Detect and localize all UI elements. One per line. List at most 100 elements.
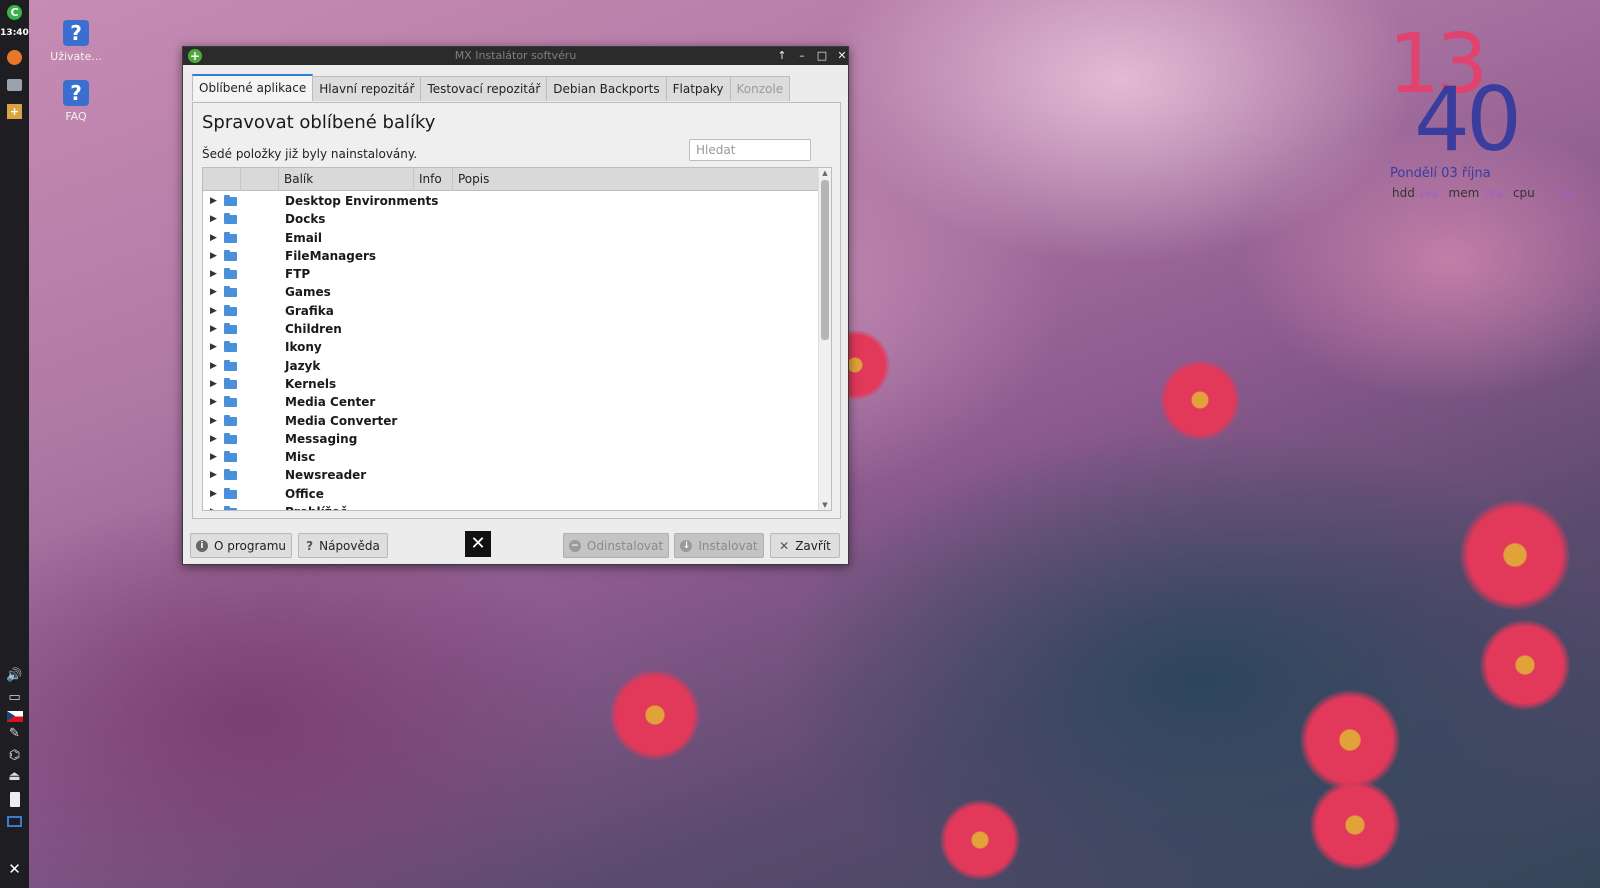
- column-description[interactable]: Popis: [453, 168, 819, 191]
- wallpaper-flower: [610, 670, 700, 760]
- expand-arrow-icon[interactable]: ▶: [210, 448, 217, 466]
- tab-console[interactable]: Konzole: [729, 76, 791, 101]
- tree-row[interactable]: ▶ Prohlížeč: [203, 503, 819, 510]
- tree-row[interactable]: ▶ Media Center: [203, 393, 819, 411]
- tab-bar: Oblíbené aplikace Hlavní repozitář Testo…: [192, 74, 791, 102]
- column-package[interactable]: Balík: [279, 168, 414, 191]
- keyboard-layout-flag-icon[interactable]: [4, 707, 25, 725]
- tab-test-repo[interactable]: Testovací repozitář: [420, 76, 548, 101]
- tree-row[interactable]: ▶ Email: [203, 229, 819, 247]
- expand-arrow-icon[interactable]: ▶: [210, 412, 217, 430]
- desktop-icon-label: FAQ: [65, 110, 87, 123]
- desktop-icon-users-manual[interactable]: ? Uživate...: [46, 20, 106, 63]
- close-button[interactable]: ✕ Zavřít: [770, 533, 840, 558]
- tree-row[interactable]: ▶ Desktop Environments: [203, 192, 819, 210]
- panel-clock[interactable]: 13:40: [0, 28, 29, 38]
- column-checkbox[interactable]: [241, 168, 279, 191]
- clipboard-icon[interactable]: ✎: [4, 724, 25, 742]
- favorite-apps-panel: Spravovat oblíbené balíky Šedé položky j…: [192, 102, 841, 519]
- tree-row[interactable]: ▶ FileManagers: [203, 247, 819, 265]
- about-button[interactable]: i O programu: [190, 533, 292, 558]
- expand-arrow-icon[interactable]: ▶: [210, 338, 217, 356]
- volume-icon[interactable]: 🔊: [4, 666, 25, 684]
- tree-row[interactable]: ▶ Grafika: [203, 302, 819, 320]
- conky-hdd-value: 14%: [1418, 190, 1439, 200]
- category-label: Desktop Environments: [285, 194, 439, 208]
- scroll-thumb[interactable]: [821, 180, 829, 340]
- search-input[interactable]: [689, 139, 811, 161]
- expand-arrow-icon[interactable]: ▶: [210, 393, 217, 411]
- column-info[interactable]: Info: [414, 168, 453, 191]
- conky-mem-label: mem: [1448, 186, 1480, 200]
- display-icon[interactable]: ▭: [4, 688, 25, 706]
- mx-menu-icon[interactable]: ✕: [4, 860, 25, 878]
- uninstall-button[interactable]: − Odinstalovat: [563, 533, 669, 558]
- tab-flatpaks[interactable]: Flatpaky: [665, 76, 731, 101]
- eject-icon[interactable]: ⏏: [4, 767, 25, 785]
- tree-scrollbar[interactable]: ▲ ▼: [818, 168, 831, 510]
- folder-icon: [224, 286, 237, 298]
- keep-above-icon[interactable]: ↑: [775, 48, 789, 64]
- conky-minutes: 40: [1414, 68, 1522, 171]
- tree-header: Balík Info Popis: [203, 168, 819, 191]
- expand-arrow-icon[interactable]: ▶: [210, 357, 217, 375]
- uninstall-icon: −: [568, 539, 581, 552]
- network-icon[interactable]: ⌬: [4, 746, 25, 764]
- expand-arrow-icon[interactable]: ▶: [210, 503, 217, 510]
- window-titlebar[interactable]: + MX Instalátor softvéru ↑ – □ ✕: [183, 47, 848, 65]
- close-icon[interactable]: ✕: [835, 48, 849, 64]
- expand-arrow-icon[interactable]: ▶: [210, 265, 217, 283]
- tree-row[interactable]: ▶ Docks: [203, 210, 819, 228]
- tree-row[interactable]: ▶ Office: [203, 485, 819, 503]
- tree-row[interactable]: ▶ Newsreader: [203, 466, 819, 484]
- help-button[interactable]: ? Nápověda: [298, 533, 388, 558]
- left-panel: C 13:40 + 🔊 ▭ ✎ ⌬ ⏏ ✕: [0, 0, 29, 888]
- expand-arrow-icon[interactable]: ▶: [210, 192, 217, 210]
- wallpaper-flower: [1300, 690, 1400, 790]
- expand-arrow-icon[interactable]: ▶: [210, 229, 217, 247]
- tree-row[interactable]: ▶ Jazyk: [203, 357, 819, 375]
- workspace-switcher-icon[interactable]: [4, 812, 25, 830]
- category-label: FTP: [285, 267, 311, 282]
- expand-arrow-icon[interactable]: ▶: [210, 283, 217, 301]
- tab-favorite-apps[interactable]: Oblíbené aplikace: [192, 74, 314, 101]
- desktop-icon-faq[interactable]: ? FAQ: [46, 80, 106, 123]
- expand-arrow-icon[interactable]: ▶: [210, 210, 217, 228]
- wallpaper-flower: [1460, 500, 1570, 610]
- power-manager-icon[interactable]: [4, 790, 25, 808]
- category-label: Misc: [285, 450, 316, 465]
- update-notifier-icon[interactable]: C: [4, 3, 25, 21]
- expand-arrow-icon[interactable]: ▶: [210, 466, 217, 484]
- tree-row[interactable]: ▶ FTP: [203, 265, 819, 283]
- tree-row[interactable]: ▶ Kernels: [203, 375, 819, 393]
- category-label: Docks: [285, 212, 326, 227]
- column-expander[interactable]: [203, 168, 241, 191]
- tab-debian-backports[interactable]: Debian Backports: [546, 76, 667, 101]
- expand-arrow-icon[interactable]: ▶: [210, 302, 217, 320]
- install-button[interactable]: ↓ Instalovat: [674, 533, 764, 558]
- expand-arrow-icon[interactable]: ▶: [210, 375, 217, 393]
- scroll-up-arrow-icon[interactable]: ▲: [819, 168, 831, 178]
- expand-arrow-icon[interactable]: ▶: [210, 485, 217, 503]
- tree-row[interactable]: ▶ Messaging: [203, 430, 819, 448]
- category-label: Jazyk: [285, 358, 321, 373]
- expand-arrow-icon[interactable]: ▶: [210, 430, 217, 448]
- file-manager-icon[interactable]: [4, 76, 25, 94]
- about-button-label: O programu: [213, 538, 287, 553]
- close-icon: ✕: [779, 538, 790, 553]
- expand-arrow-icon[interactable]: ▶: [210, 320, 217, 338]
- maximize-icon[interactable]: □: [815, 48, 829, 64]
- tree-row[interactable]: ▶ Media Converter: [203, 412, 819, 430]
- folder-icon: [224, 487, 237, 499]
- tree-row[interactable]: ▶ Misc: [203, 448, 819, 466]
- scroll-down-arrow-icon[interactable]: ▼: [819, 500, 831, 510]
- minimize-icon[interactable]: –: [795, 48, 809, 64]
- tab-main-repo[interactable]: Hlavní repozitář: [312, 76, 422, 101]
- expand-arrow-icon[interactable]: ▶: [210, 247, 217, 265]
- conky-stats: hdd 14% mem 13% cpu 5%: [1392, 186, 1579, 200]
- tree-row[interactable]: ▶ Ikony: [203, 338, 819, 356]
- package-installer-icon[interactable]: +: [4, 102, 25, 120]
- tree-row[interactable]: ▶ Games: [203, 283, 819, 301]
- tree-row[interactable]: ▶ Children: [203, 320, 819, 338]
- firefox-icon[interactable]: [4, 48, 25, 66]
